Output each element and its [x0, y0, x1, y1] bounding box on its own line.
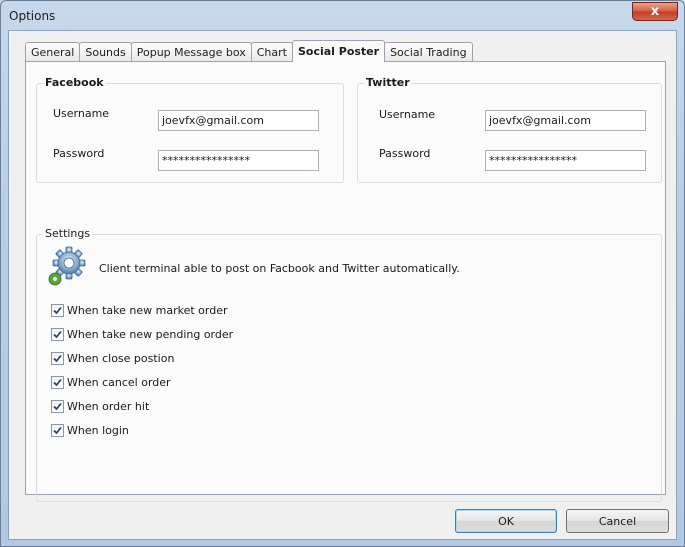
- tab-social-poster[interactable]: Social Poster: [291, 40, 386, 62]
- close-icon: x: [650, 4, 660, 19]
- checkmark-icon: [53, 354, 62, 362]
- facebook-password-label: Password: [53, 147, 105, 160]
- option-login[interactable]: When login: [51, 422, 129, 438]
- options-dialog: Options x General Sounds Popup Message b…: [0, 0, 685, 547]
- checkmark-icon: [53, 306, 62, 314]
- checkbox[interactable]: [51, 327, 64, 341]
- facebook-password-field[interactable]: ****************: [158, 150, 319, 171]
- dialog-client-area: General Sounds Popup Message box Chart S…: [8, 30, 677, 540]
- twitter-group: Twitter Username joevfx@gmail.com Passwo…: [357, 76, 662, 183]
- settings-description: Client terminal able to post on Facbook …: [99, 262, 460, 275]
- title-bar[interactable]: Options x: [1, 1, 684, 31]
- twitter-password-field[interactable]: ****************: [485, 150, 646, 171]
- checkbox[interactable]: [51, 375, 64, 389]
- settings-group: Settings Client terminal able to post on…: [36, 227, 662, 502]
- twitter-password-label: Password: [379, 147, 431, 160]
- tab-general[interactable]: General: [25, 42, 81, 62]
- option-close-position[interactable]: When close postion: [51, 350, 174, 366]
- checkbox[interactable]: [51, 303, 64, 317]
- tab-chart[interactable]: Chart: [250, 42, 293, 62]
- ok-button[interactable]: OK: [455, 509, 557, 533]
- settings-group-title: Settings: [43, 227, 93, 240]
- close-button[interactable]: x: [632, 2, 678, 21]
- window-title: Options: [9, 9, 56, 23]
- facebook-username-label: Username: [53, 107, 110, 120]
- option-order-hit[interactable]: When order hit: [51, 398, 149, 414]
- option-label: When login: [67, 423, 129, 437]
- checkmark-icon: [53, 426, 62, 434]
- checkmark-icon: [53, 378, 62, 386]
- tab-popup-message-box[interactable]: Popup Message box: [130, 42, 252, 62]
- checkmark-icon: [53, 330, 62, 338]
- twitter-username-field[interactable]: joevfx@gmail.com: [485, 110, 646, 131]
- twitter-group-title: Twitter: [364, 76, 412, 89]
- option-new-pending-order[interactable]: When take new pending order: [51, 326, 233, 342]
- option-label: When take new pending order: [67, 327, 234, 341]
- facebook-group: Facebook Username joevfx@gmail.com Passw…: [36, 76, 344, 183]
- option-label: When order hit: [67, 399, 150, 413]
- checkmark-icon: [53, 402, 62, 410]
- twitter-username-label: Username: [379, 108, 436, 121]
- checkbox[interactable]: [51, 351, 64, 365]
- checkbox[interactable]: [51, 399, 64, 413]
- gear-icon: [48, 246, 86, 286]
- checkbox[interactable]: [51, 423, 64, 437]
- option-cancel-order[interactable]: When cancel order: [51, 374, 171, 390]
- option-label: When take new market order: [67, 303, 228, 317]
- facebook-group-title: Facebook: [43, 76, 106, 89]
- option-label: When cancel order: [67, 375, 171, 389]
- tab-strip: General Sounds Popup Message box Chart S…: [25, 40, 473, 62]
- option-new-market-order[interactable]: When take new market order: [51, 302, 227, 318]
- social-poster-panel: Facebook Username joevfx@gmail.com Passw…: [25, 61, 666, 502]
- tab-sounds[interactable]: Sounds: [79, 42, 132, 62]
- facebook-username-field[interactable]: joevfx@gmail.com: [158, 110, 319, 131]
- option-label: When close postion: [67, 351, 175, 365]
- tab-social-trading[interactable]: Social Trading: [384, 42, 473, 62]
- cancel-button[interactable]: Cancel: [566, 509, 669, 533]
